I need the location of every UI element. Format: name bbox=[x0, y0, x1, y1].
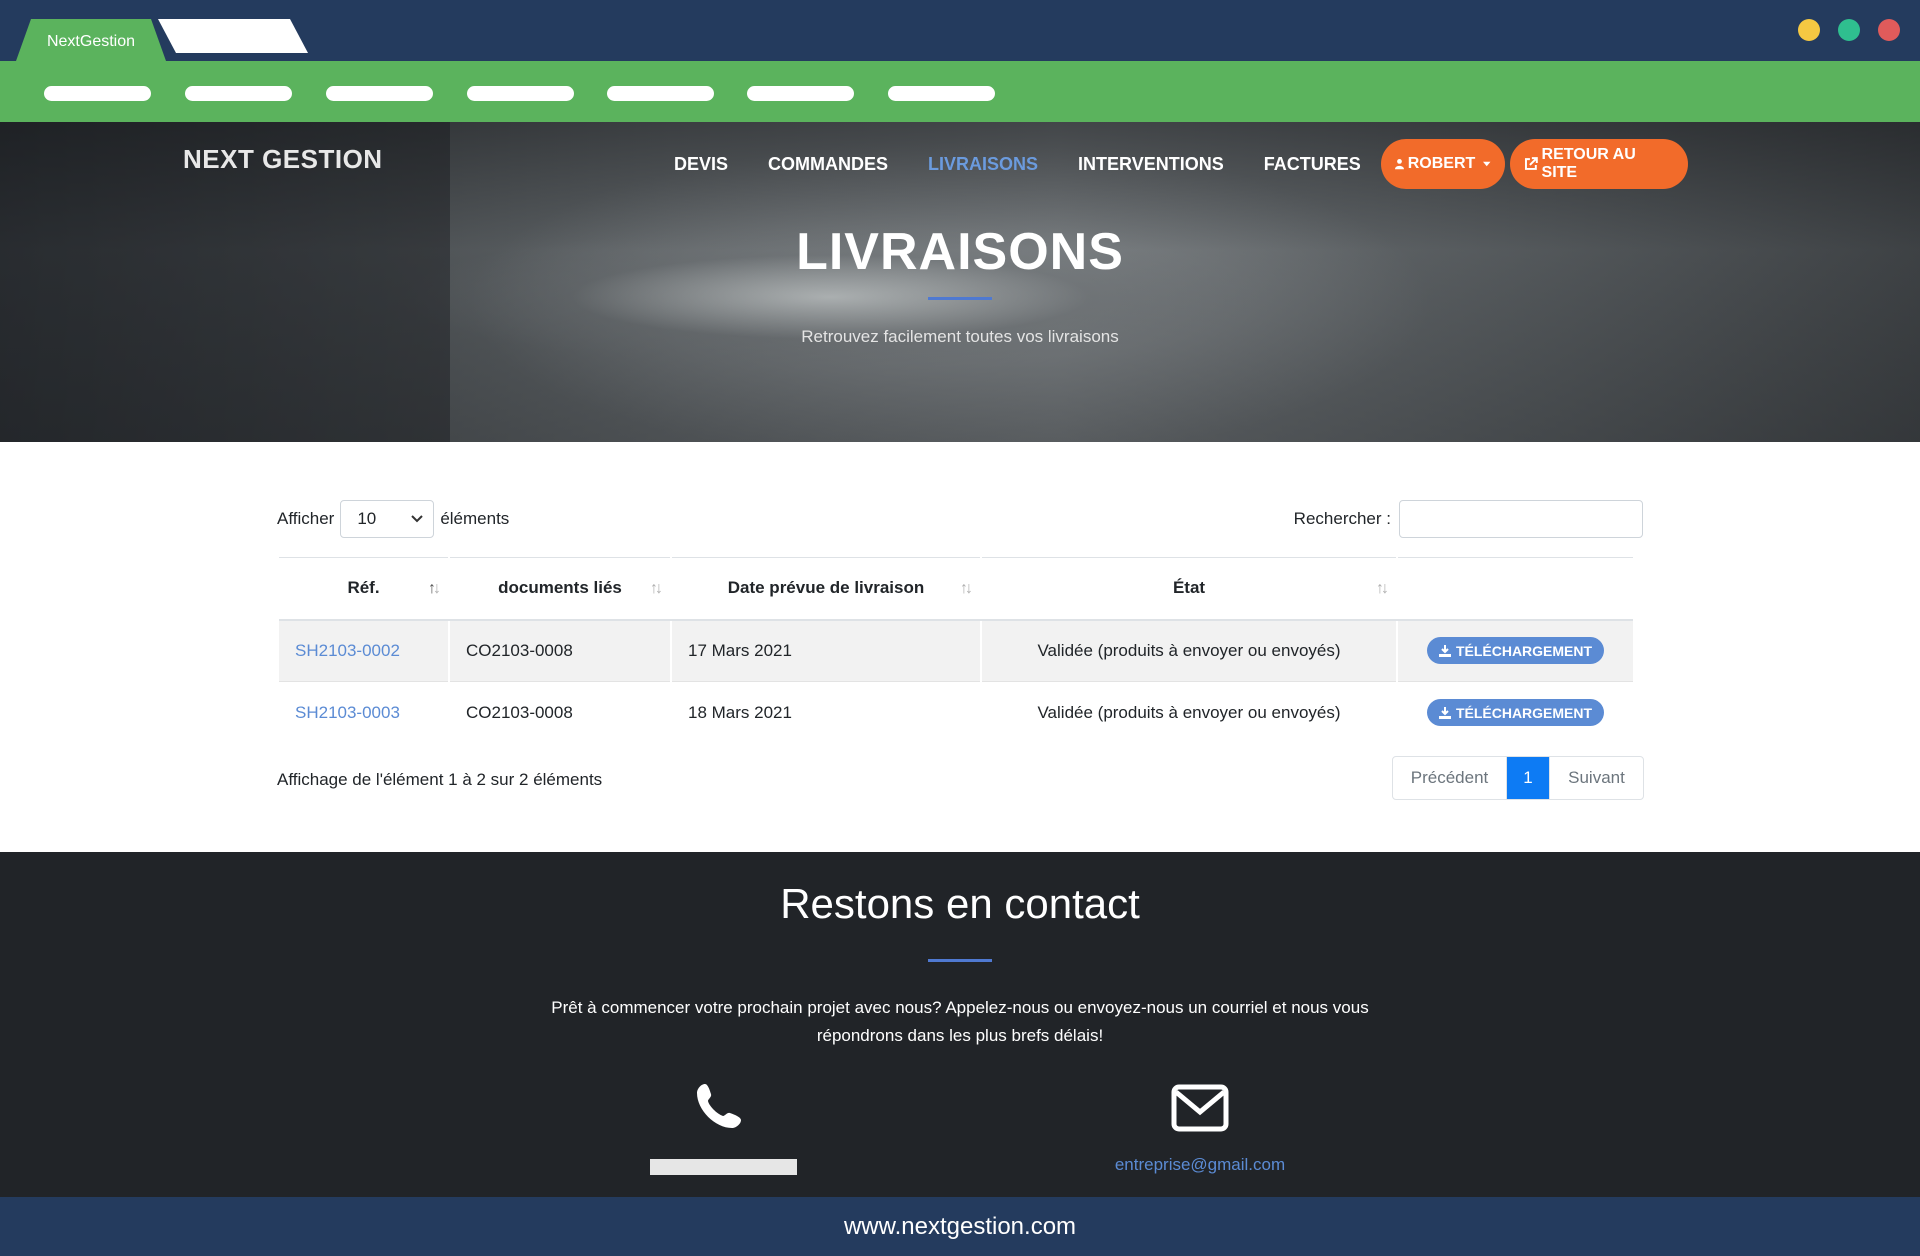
download-button[interactable]: TÉLÉCHARGEMENT bbox=[1426, 637, 1605, 665]
ref-link[interactable]: SH2103-0003 bbox=[295, 703, 400, 722]
caret-down-icon bbox=[1483, 161, 1491, 167]
window-controls bbox=[1798, 19, 1900, 41]
mail-icon bbox=[1171, 1084, 1229, 1132]
hero-banner: NEXT GESTION DEVIS COMMANDES LIVRAISONS … bbox=[0, 122, 1920, 442]
contact-text: Prêt à commencer votre prochain projet a… bbox=[551, 998, 1369, 1045]
search-label: Rechercher : bbox=[1293, 509, 1391, 528]
back-to-site-label: RETOUR AU SITE bbox=[1541, 146, 1636, 181]
nav-livraisons[interactable]: LIVRAISONS bbox=[928, 154, 1038, 175]
title-divider bbox=[928, 297, 992, 300]
delivery-date: 17 Mars 2021 bbox=[670, 619, 981, 682]
page-size-control: Afficher 10 éléments bbox=[277, 500, 509, 538]
user-menu-label: ROBERT bbox=[1407, 155, 1476, 172]
nav-commandes[interactable]: COMMANDES bbox=[768, 154, 888, 175]
table-row: SH2103-0003 CO2103-0008 18 Mars 2021 Val… bbox=[279, 681, 1633, 744]
deliveries-table: Réf. ↑↓ documents liés ↑↓ Date prévue de… bbox=[279, 557, 1633, 744]
status-text: Validée (produits à envoyer ou envoyés) bbox=[980, 619, 1397, 682]
close-dot-icon[interactable] bbox=[1878, 19, 1900, 41]
elements-label: éléments bbox=[440, 509, 510, 528]
browser-tab-label: NextGestion bbox=[46, 33, 136, 50]
page-title: LIVRAISONS bbox=[796, 223, 1124, 281]
sort-icon: ↑↓ bbox=[428, 580, 441, 597]
brand-logo[interactable]: NEXT GESTION bbox=[183, 144, 383, 175]
browser-tab-inactive[interactable] bbox=[158, 19, 308, 53]
toolbar-placeholder bbox=[185, 86, 292, 101]
contact-title: Restons en contact bbox=[780, 880, 1140, 927]
sort-icon: ↑↓ bbox=[1376, 580, 1389, 597]
toolbar-placeholder bbox=[326, 86, 433, 101]
nav-devis[interactable]: DEVIS bbox=[674, 154, 728, 175]
show-label: Afficher bbox=[277, 509, 335, 528]
toolbar-placeholder bbox=[888, 86, 995, 101]
page-subtitle: Retrouvez facilement toutes vos livraiso… bbox=[801, 327, 1119, 346]
page-size-select[interactable]: 10 bbox=[340, 500, 435, 538]
linked-doc: CO2103-0008 bbox=[448, 619, 671, 682]
column-header-ref[interactable]: Réf. ↑↓ bbox=[279, 557, 449, 621]
toolbar-placeholder bbox=[467, 86, 574, 101]
email-link[interactable]: entreprise@gmail.com bbox=[1100, 1155, 1300, 1175]
previous-page-button[interactable]: Précédent bbox=[1393, 757, 1507, 799]
maximize-dot-icon[interactable] bbox=[1838, 19, 1860, 41]
search-input[interactable] bbox=[1399, 500, 1643, 538]
contact-footer: Restons en contact Prêt à commencer votr… bbox=[0, 852, 1920, 1197]
site-url-bar: www.nextgestion.com bbox=[0, 1197, 1920, 1256]
table-row: SH2103-0002 CO2103-0008 17 Mars 2021 Val… bbox=[279, 619, 1633, 682]
download-button[interactable]: TÉLÉCHARGEMENT bbox=[1426, 699, 1605, 727]
sort-icon: ↑↓ bbox=[960, 580, 973, 597]
pagination: Précédent 1 Suivant bbox=[1392, 756, 1644, 800]
table-info: Affichage de l'élément 1 à 2 sur 2 éléme… bbox=[277, 770, 603, 789]
search-control: Rechercher : bbox=[1294, 500, 1643, 538]
phone-icon bbox=[697, 1084, 741, 1128]
next-page-button[interactable]: Suivant bbox=[1549, 757, 1643, 799]
download-icon bbox=[1438, 644, 1451, 657]
browser-tab-active[interactable]: NextGestion bbox=[16, 19, 166, 61]
table-controls: Afficher 10 éléments Rechercher : bbox=[277, 500, 1643, 538]
chevron-down-icon bbox=[411, 515, 424, 523]
user-icon bbox=[1394, 158, 1404, 170]
status-text: Validée (produits à envoyer ou envoyés) bbox=[980, 681, 1397, 744]
contact-divider bbox=[928, 959, 992, 962]
page-size-value: 10 bbox=[357, 509, 377, 528]
external-link-icon bbox=[1524, 157, 1538, 170]
page-1-button[interactable]: 1 bbox=[1507, 757, 1549, 799]
sort-icon: ↑↓ bbox=[650, 580, 663, 597]
column-header-etat[interactable]: État ↑↓ bbox=[980, 557, 1397, 621]
phone-number-redacted bbox=[650, 1159, 797, 1175]
column-header-actions bbox=[1396, 557, 1633, 621]
ref-link[interactable]: SH2103-0002 bbox=[295, 641, 400, 660]
back-to-site-button[interactable]: RETOUR AU SITE bbox=[1509, 139, 1688, 189]
site-url: www.nextgestion.com bbox=[843, 1212, 1077, 1240]
user-menu-button[interactable]: ROBERT bbox=[1380, 139, 1505, 189]
main-nav: DEVIS COMMANDES LIVRAISONS INTERVENTIONS… bbox=[674, 139, 1688, 189]
toolbar-placeholder bbox=[44, 86, 151, 101]
download-icon bbox=[1438, 706, 1451, 719]
table-header-row: Réf. ↑↓ documents liés ↑↓ Date prévue de… bbox=[279, 557, 1633, 621]
toolbar-placeholder bbox=[747, 86, 854, 101]
delivery-date: 18 Mars 2021 bbox=[670, 681, 981, 744]
column-header-documents[interactable]: documents liés ↑↓ bbox=[448, 557, 671, 621]
linked-doc: CO2103-0008 bbox=[448, 681, 671, 744]
column-header-date[interactable]: Date prévue de livraison ↑↓ bbox=[670, 557, 981, 621]
nav-interventions[interactable]: INTERVENTIONS bbox=[1078, 154, 1224, 175]
minimize-dot-icon[interactable] bbox=[1798, 19, 1820, 41]
nav-factures[interactable]: FACTURES bbox=[1264, 154, 1361, 175]
toolbar-placeholder bbox=[607, 86, 714, 101]
